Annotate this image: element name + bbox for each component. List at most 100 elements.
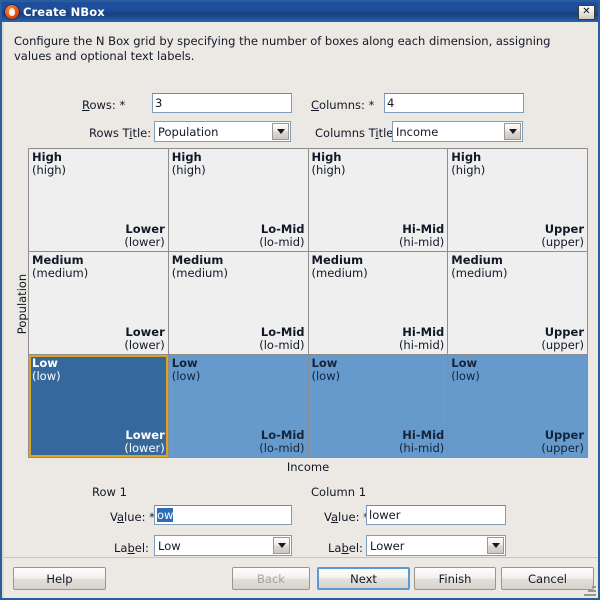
cell-column-value: (lo-mid) [259, 338, 305, 352]
y-axis-title-text: Population [15, 273, 30, 335]
row-label-combo[interactable]: Low [154, 535, 292, 556]
nbox-cell[interactable]: High (high) Lo-Mid (lo-mid) [168, 149, 308, 251]
cell-column-label: Upper (upper) [541, 429, 584, 455]
column-label-value: Lower [370, 539, 405, 553]
cell-column-value: (lo-mid) [259, 441, 305, 455]
cell-row-label: Medium (medium) [172, 254, 228, 280]
instructions-text: Configure the N Box grid by specifying t… [14, 34, 551, 63]
cell-row-value: (medium) [171, 266, 228, 280]
cell-column-value: (hi-mid) [398, 441, 445, 455]
nbox-cell[interactable]: High (high) Hi-Mid (hi-mid) [308, 149, 448, 251]
cell-row-label: Low (low) [32, 357, 61, 383]
help-button[interactable]: Help [13, 567, 106, 590]
rows-label: Rows: * [82, 98, 126, 112]
row-group-title: Row 1 [92, 485, 127, 499]
next-button[interactable]: Next [317, 567, 410, 590]
nbox-cell[interactable]: Low (low) Upper (upper) [448, 355, 587, 457]
cell-column-value: (upper) [541, 441, 584, 455]
columns-title-combo[interactable]: Income [392, 121, 523, 142]
app-swirl-icon [5, 5, 19, 19]
cell-row-value: (high) [171, 163, 206, 177]
cell-column-value: (upper) [541, 338, 584, 352]
finish-button-label: Finish [438, 571, 472, 586]
cell-column-value: (upper) [541, 235, 584, 249]
next-button-label: Next [350, 571, 377, 586]
cell-row-value: (high) [32, 163, 67, 177]
cell-row-label: High (high) [312, 151, 346, 177]
create-nbox-dialog: Create NBox ✕ Configure the N Box grid b… [0, 0, 600, 600]
cell-row-label: High (high) [451, 151, 485, 177]
nbox-cell[interactable]: High (high) Upper (upper) [448, 149, 587, 251]
back-button: Back [232, 567, 310, 590]
cell-column-label: Lower (lower) [124, 429, 164, 455]
nbox-cell[interactable]: High (high) Lower (lower) [29, 149, 168, 251]
cell-row-label: Low (low) [312, 357, 341, 383]
cell-column-value: (hi-mid) [398, 235, 445, 249]
finish-button[interactable]: Finish [414, 567, 496, 590]
cell-row-label: High (high) [32, 151, 66, 177]
cell-column-label: Lo-Mid (lo-mid) [259, 429, 304, 455]
cell-row-label: Low (low) [451, 357, 480, 383]
cancel-button[interactable]: Cancel [501, 567, 594, 590]
nbox-cell[interactable]: Low (low) Hi-Mid (hi-mid) [308, 355, 448, 457]
columns-input[interactable]: 4 [384, 93, 524, 113]
nbox-cell[interactable]: Medium (medium) Upper (upper) [448, 252, 587, 354]
cell-row-value: (medium) [451, 266, 508, 280]
chevron-down-icon[interactable] [504, 123, 521, 140]
help-button-label: Help [46, 571, 73, 586]
cell-column-label: Upper (upper) [541, 223, 584, 249]
nbox-grid[interactable]: High (high) Lower (lower) High (high) Lo-Mid (l… [28, 148, 588, 458]
cell-column-label: Hi-Mid (hi-mid) [399, 326, 444, 352]
rows-required-marker: * [119, 98, 126, 112]
column-label-combo[interactable]: Lower [366, 535, 506, 556]
cancel-button-label: Cancel [528, 571, 567, 586]
rows-input[interactable]: 3 [152, 93, 292, 113]
cell-row-value: (low) [311, 369, 341, 383]
cell-row-value: (high) [311, 163, 346, 177]
rows-title-combo[interactable]: Population [154, 121, 291, 142]
rows-title-label: Rows Title: [89, 126, 152, 140]
row-label-label: Label: [114, 541, 149, 555]
column-value-label: Value: * [324, 510, 369, 524]
cell-column-label: Lower (lower) [124, 326, 164, 352]
rows-title-value: Population [158, 125, 219, 139]
cell-row-label: Medium (medium) [451, 254, 507, 280]
cell-row-label: Low (low) [172, 357, 201, 383]
chevron-down-icon[interactable] [273, 537, 290, 554]
cell-row-label: High (high) [172, 151, 206, 177]
column-group-title: Column 1 [311, 485, 367, 499]
window-title: Create NBox [23, 5, 105, 19]
close-icon[interactable]: ✕ [578, 4, 595, 20]
cell-column-value: (lower) [124, 235, 165, 249]
nbox-grid-area: Population High (high) Lower (lower) High (hi… [14, 148, 592, 474]
row-label-value: Low [158, 539, 181, 553]
column-value-input[interactable]: lower [366, 505, 506, 525]
row-value-selected-text: ow [157, 508, 174, 522]
columns-label: Columns: * [311, 98, 375, 112]
cell-row-label: Medium (medium) [312, 254, 368, 280]
cell-row-value: (medium) [32, 266, 89, 280]
nbox-cell[interactable]: Medium (medium) Lo-Mid (lo-mid) [168, 252, 308, 354]
cell-row-value: (low) [32, 369, 61, 383]
cell-column-label: Lo-Mid (lo-mid) [259, 326, 304, 352]
nbox-cell[interactable]: Low (low) Lo-Mid (lo-mid) [168, 355, 308, 457]
cell-column-label: Hi-Mid (hi-mid) [399, 223, 444, 249]
row-value-input[interactable]: ow [154, 505, 292, 525]
chevron-down-icon[interactable] [487, 537, 504, 554]
resize-grip[interactable] [584, 584, 596, 596]
cell-column-label: Hi-Mid (hi-mid) [399, 429, 444, 455]
nbox-cell[interactable]: Medium (medium) Lower (lower) [29, 252, 168, 354]
cell-row-label: Medium (medium) [32, 254, 88, 280]
cell-row-value: (low) [451, 369, 480, 383]
nbox-cell[interactable]: Low (low) Lower (lower) [29, 355, 168, 457]
title-bar[interactable]: Create NBox ✕ [2, 2, 598, 22]
columns-title-label: Columns Title: [315, 126, 398, 140]
chevron-down-icon[interactable] [272, 123, 289, 140]
cell-row-value: (high) [451, 163, 486, 177]
cell-row-value: (medium) [311, 266, 368, 280]
x-axis-title: Income [286, 460, 330, 474]
nbox-cell[interactable]: Medium (medium) Hi-Mid (hi-mid) [308, 252, 448, 354]
cell-column-value: (lower) [124, 338, 165, 352]
cell-column-value: (hi-mid) [398, 338, 445, 352]
cell-column-label: Lower (lower) [124, 223, 164, 249]
